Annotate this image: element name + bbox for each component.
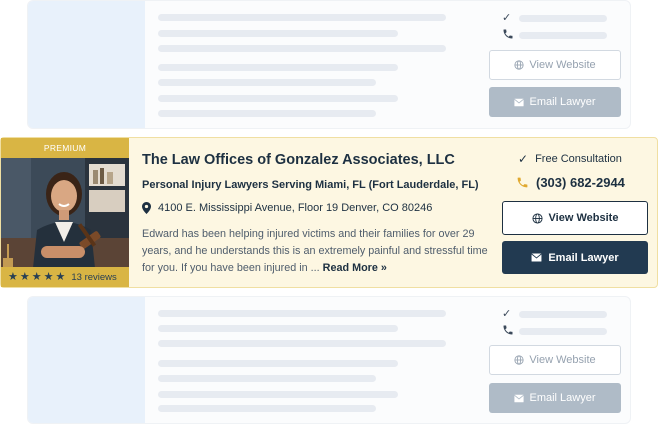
email-lawyer-button[interactable]: Email Lawyer <box>489 383 621 413</box>
rating-bar[interactable]: ★ ★ ★ ★ ★ 13 reviews <box>1 267 129 287</box>
placeholder-line <box>158 375 376 382</box>
read-more-link[interactable]: Read More » <box>323 262 387 274</box>
globe-icon <box>514 355 524 365</box>
placeholder-line <box>158 64 398 71</box>
description-text: Edward has been helping injured victims … <box>142 228 488 274</box>
consultation-text: Free Consultation <box>535 153 622 165</box>
placeholder-line <box>519 15 607 22</box>
map-pin-icon <box>142 202 151 214</box>
email-lawyer-label: Email Lawyer <box>529 96 596 108</box>
placeholder-line <box>158 405 376 412</box>
mail-icon <box>531 253 543 262</box>
email-lawyer-button[interactable]: Email Lawyer <box>502 241 648 274</box>
phone-icon <box>503 29 513 39</box>
check-icon: ✓ <box>518 152 529 166</box>
placeholder-line <box>158 79 376 86</box>
placeholder-line <box>519 32 607 39</box>
view-website-label: View Website <box>529 59 596 71</box>
placeholder-line <box>158 310 446 317</box>
email-lawyer-button[interactable]: Email Lawyer <box>489 87 621 117</box>
listing-description: Edward has been helping injured victims … <box>142 226 488 277</box>
placeholder-line <box>519 328 607 335</box>
view-website-label: View Website <box>548 212 619 224</box>
placeholder-image <box>28 1 145 128</box>
view-website-button[interactable]: View Website <box>489 345 621 375</box>
view-website-button[interactable]: View Website <box>502 201 648 235</box>
globe-icon <box>514 60 524 70</box>
phone-number[interactable]: (303) 682-2944 <box>516 175 625 190</box>
listing-subtitle: Personal Injury Lawyers Serving Miami, F… <box>142 179 479 191</box>
star-icon: ★ <box>31 270 42 283</box>
premium-badge: PREMIUM <box>1 138 129 158</box>
view-website-button[interactable]: View Website <box>489 50 621 80</box>
placeholder-line <box>158 95 398 102</box>
phone-icon <box>517 177 528 188</box>
placeholder-line <box>519 311 607 318</box>
placeholder-line <box>158 360 398 367</box>
placeholder-line <box>158 325 398 332</box>
listing-address: 4100 E. Mississippi Avenue, Floor 19 Den… <box>142 202 432 214</box>
placeholder-line <box>158 340 446 347</box>
star-icon: ★ <box>55 270 66 283</box>
listing-title[interactable]: The Law Offices of Gonzalez Associates, … <box>142 152 455 168</box>
placeholder-line <box>158 391 398 398</box>
globe-icon <box>532 212 543 224</box>
placeholder-line <box>158 110 376 117</box>
free-consultation: ✓ Free Consultation <box>518 152 622 166</box>
star-icon: ★ <box>43 270 54 283</box>
email-lawyer-label: Email Lawyer <box>529 392 596 404</box>
view-website-label: View Website <box>529 354 596 366</box>
lawyer-photo: PREMIUM ★ ★ ★ ★ ★ 13 reviews <box>1 138 129 287</box>
check-icon: ✓ <box>502 12 512 24</box>
star-icon: ★ <box>19 270 30 283</box>
phone-icon <box>503 325 513 335</box>
mail-icon <box>514 98 525 106</box>
address-text: 4100 E. Mississippi Avenue, Floor 19 Den… <box>158 202 433 214</box>
star-icon: ★ <box>8 270 18 283</box>
check-icon: ✓ <box>502 308 512 320</box>
placeholder-card-top: ✓ View Website Email Lawyer <box>27 0 631 129</box>
placeholder-image <box>28 297 145 423</box>
phone-text: (303) 682-2944 <box>536 175 625 190</box>
mail-icon <box>514 394 525 402</box>
email-lawyer-label: Email Lawyer <box>548 251 619 264</box>
reviews-count[interactable]: 13 reviews <box>71 272 116 283</box>
placeholder-line <box>158 30 398 37</box>
placeholder-card-bottom: ✓ View Website Email Lawyer <box>27 296 631 424</box>
premium-listing-card: PREMIUM ★ ★ ★ ★ ★ 13 reviews The Law Off… <box>0 137 658 288</box>
placeholder-line <box>158 45 446 52</box>
placeholder-line <box>158 14 446 21</box>
